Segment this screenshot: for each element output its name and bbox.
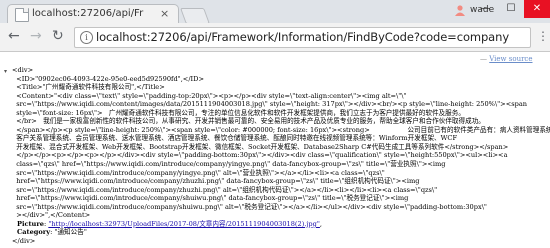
info-icon[interactable]: i: [80, 31, 93, 44]
person-icon[interactable]: [454, 4, 466, 16]
page-icon: [15, 8, 29, 22]
close-window-button[interactable]: ✕: [524, 0, 550, 18]
xml-line: </p></p><p></p><p></p></div><div style=\…: [12, 151, 508, 160]
xml-line: src=\"https://www.iqidi.com/content/imag…: [12, 100, 528, 109]
minimize-button[interactable]: —: [472, 0, 498, 18]
xml-line: src=\"https://www.iqidi.com/introduce/co…: [12, 185, 438, 194]
tab-strip: localhost:27206/api/Fr × wade — ☐ ✕: [0, 0, 550, 24]
xml-line: <div>: [12, 66, 34, 74]
xml-line: 开发框架、混合式开发框架、Web开发框架、Bootstrap开发框架、微信框架、…: [12, 142, 509, 151]
view-source-dash: —: [480, 55, 487, 63]
category-row: Category: "通知公告": [17, 228, 87, 237]
xml-line: href=\"https://www.iqidi.com/introduce/c…: [12, 177, 420, 186]
xml-viewer: — View source ▾ <div> <ID>"0902ec06-4093…: [0, 52, 550, 248]
reload-button[interactable]: ↻: [52, 29, 64, 43]
closing-tag: </div>: [12, 236, 36, 245]
xml-line: <Content>"<div class=\"text\" style=\"pa…: [12, 91, 407, 100]
browser-toolbar: ← → ↻ i localhost:27206/api/Framework/In…: [0, 23, 550, 52]
category-value: "通知公告": [54, 228, 87, 237]
picture-row: Picture: "http://localhost:32973/UploadF…: [17, 219, 322, 228]
xml-line: ></div>",</Content>: [12, 211, 91, 220]
xml-line: <ID>"0902ec06-4093-422e-95e0-eed5d92590f…: [12, 74, 204, 83]
address-bar[interactable]: i localhost:27206/api/Framework/Informat…: [74, 27, 531, 48]
menu-icon[interactable]: ⋮: [537, 30, 549, 42]
picture-link[interactable]: "http://localhost:32973/UploadFiles/2017…: [48, 220, 320, 228]
view-source-bar: — View source: [480, 55, 533, 64]
browser-tab[interactable]: localhost:27206/api/Fr ×: [7, 4, 179, 24]
xml-line: 客户关系管理系统、会员管理系统、送水管理系统、酒店管理系统、餐饮仓储管理系统、酝…: [12, 134, 458, 143]
xml-line: src=\"https://www.iqidi.com/introduce/co…: [12, 202, 487, 211]
xml-line: src=\"https://www.iqidi.com/introduce/co…: [12, 168, 385, 177]
forward-button[interactable]: →: [30, 29, 42, 43]
picture-label: Picture: [17, 219, 44, 228]
view-source-link[interactable]: View source: [489, 55, 532, 63]
xml-lines: <div> <ID>"0902ec06-4093-422e-95e0-eed5d…: [12, 66, 550, 220]
maximize-button[interactable]: ☐: [498, 0, 524, 18]
xml-line: class=\"qzs\" href=\"https://www.iqidi.c…: [12, 160, 446, 169]
tab-title: localhost:27206/api/Fr: [32, 8, 144, 19]
xml-document: <div> <ID>"0902ec06-4093-422e-95e0-eed5d…: [12, 66, 550, 245]
xml-line: </br> 我们是一家极富创新性的软件科技公司，从事研究、开发并销售最可靠的、安…: [12, 117, 485, 126]
category-label: Category: [17, 228, 51, 237]
xml-line: href=\"https://www.iqidi.com/introduce/c…: [12, 194, 409, 203]
url-text[interactable]: localhost:27206/api/Framework/Informatio…: [96, 30, 526, 44]
xml-line: <Title>"广州耀奇通软件科技有限公司",</Title>: [12, 83, 165, 92]
window-controls: — ☐ ✕: [472, 0, 550, 18]
xml-line: style=\"font-size: 16px\"> 广州耀奇通软件科技有限公司…: [12, 108, 465, 117]
back-button[interactable]: ←: [8, 29, 20, 43]
collapse-toggle-icon[interactable]: ▾: [4, 68, 7, 77]
tab-close-icon[interactable]: ×: [160, 7, 169, 20]
picture-trail: ,: [319, 219, 322, 228]
new-tab-button[interactable]: [180, 8, 210, 24]
